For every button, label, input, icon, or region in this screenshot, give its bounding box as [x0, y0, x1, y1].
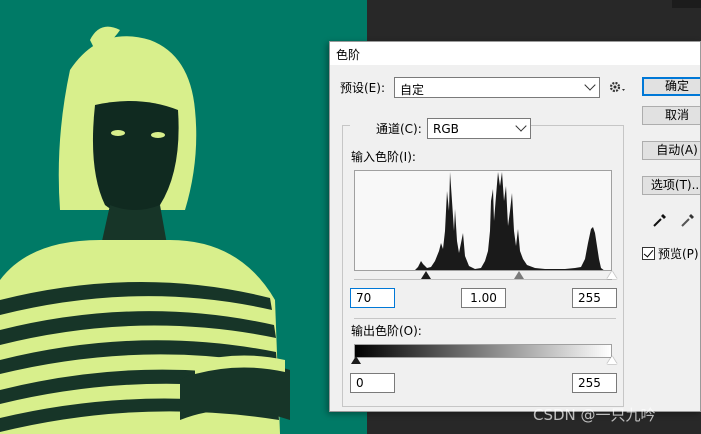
input-gamma-slider[interactable]	[514, 271, 524, 279]
input-slider-track	[354, 279, 612, 280]
output-gradient-bar	[354, 344, 612, 358]
workspace-panel-edge	[672, 0, 701, 8]
cancel-button[interactable]: 取消	[642, 106, 700, 125]
input-white-field[interactable]: 255	[572, 288, 617, 308]
photo-subject	[0, 26, 290, 434]
document-canvas[interactable]	[0, 0, 367, 434]
output-black-slider[interactable]	[351, 356, 361, 364]
input-black-field[interactable]: 70	[350, 288, 395, 308]
preset-label: 预设(E):	[340, 81, 385, 95]
input-levels-label: 输入色阶(I):	[351, 150, 416, 164]
ok-button[interactable]: 确定	[642, 77, 700, 96]
histogram-graph	[415, 172, 604, 270]
options-button[interactable]: 选项(T)...	[642, 176, 700, 195]
section-divider	[354, 318, 616, 319]
input-gamma-field[interactable]: 1.00	[461, 288, 506, 308]
input-white-slider[interactable]	[607, 271, 617, 279]
gear-icon[interactable]	[608, 80, 626, 94]
levels-dialog: 色阶 预设(E): 自定 确定 取消 自动(A) 选项(T)... 预览(P) …	[329, 41, 701, 412]
gray-eyedropper-icon[interactable]	[680, 212, 696, 228]
black-eyedropper-icon[interactable]	[652, 212, 668, 228]
chevron-down-icon	[584, 79, 596, 91]
histogram	[354, 170, 612, 271]
channel-value: RGB	[433, 122, 459, 136]
dialog-titlebar[interactable]: 色阶	[330, 42, 700, 65]
channel-label: 通道(C):	[376, 122, 422, 136]
input-black-slider[interactable]	[421, 271, 431, 279]
output-black-field[interactable]: 0	[350, 373, 395, 393]
dialog-title: 色阶	[336, 48, 361, 62]
preview-checkbox[interactable]	[642, 247, 655, 260]
output-levels-label: 输出色阶(O):	[351, 324, 422, 338]
watermark: CSDN @一只九吟	[533, 406, 656, 424]
auto-button[interactable]: 自动(A)	[642, 141, 700, 160]
preview-label: 预览(P)	[658, 247, 699, 261]
channel-select[interactable]: RGB	[427, 118, 531, 139]
preset-select[interactable]: 自定	[394, 77, 600, 98]
output-white-slider[interactable]	[607, 356, 617, 364]
output-white-field[interactable]: 255	[572, 373, 617, 393]
preset-value: 自定	[400, 83, 425, 97]
chevron-down-icon	[515, 120, 527, 132]
